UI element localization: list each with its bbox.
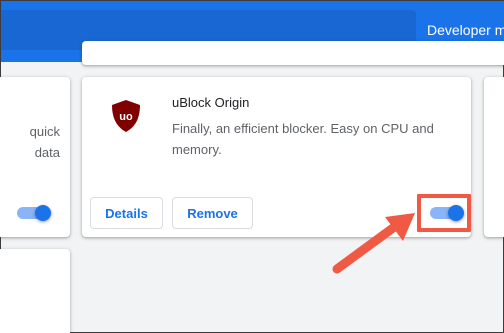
- toggle-knob: [35, 205, 51, 221]
- developer-mode-label[interactable]: Developer mo: [427, 22, 504, 38]
- left-card-description: quick data: [30, 121, 60, 163]
- extension-card-left-partial: quick data: [0, 77, 70, 237]
- extension-name: uBlock Origin: [172, 95, 250, 110]
- arrow-pointer-icon: [332, 213, 415, 274]
- toggle-highlight-box: [417, 194, 471, 232]
- shield-icon-text: uo: [119, 111, 133, 123]
- remove-button[interactable]: Remove: [172, 197, 253, 229]
- details-button[interactable]: Details: [90, 197, 163, 229]
- extension-card-left-bottom-partial: [0, 249, 70, 333]
- extension-card-top-partial: [82, 41, 504, 65]
- left-card-description-line: quick: [29, 124, 60, 139]
- left-extension-toggle[interactable]: [17, 203, 51, 223]
- extension-card-right-partial: [484, 77, 504, 237]
- left-card-description-line: data: [34, 145, 60, 160]
- ublock-origin-shield-icon: uo: [112, 100, 140, 132]
- extension-description: Finally, an efficient blocker. Easy on C…: [172, 121, 434, 157]
